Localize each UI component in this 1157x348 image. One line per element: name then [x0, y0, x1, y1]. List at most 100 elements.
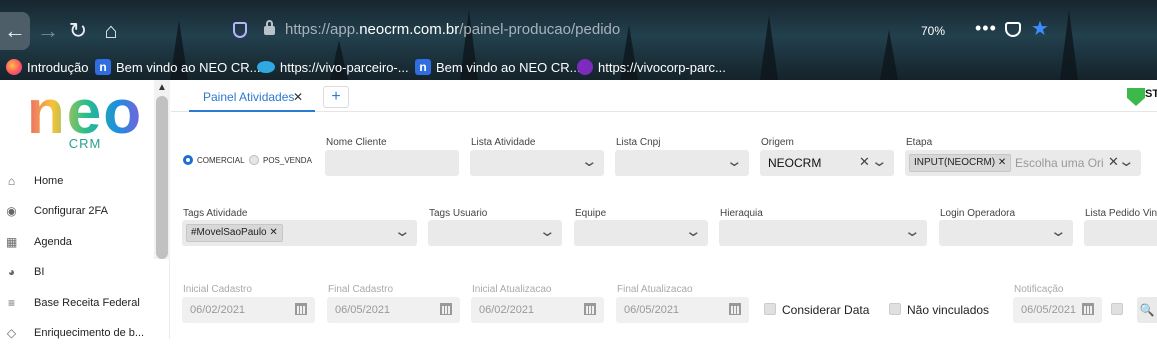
sidebar-item-bi[interactable]: ◕ BI — [0, 257, 155, 287]
login-operadora-select[interactable]: ⌄ — [939, 220, 1073, 246]
etapa-chip[interactable]: INPUT(NEOCRM) ✕ — [909, 154, 1012, 172]
nome-cliente-input[interactable] — [325, 150, 459, 176]
chevron-down-icon: ⌄ — [725, 153, 744, 170]
chevron-down-icon: ⌄ — [684, 223, 703, 240]
sidebar-scrollbar[interactable]: ▲ — [154, 80, 170, 259]
bookmark-item[interactable]: n Bem vindo ao NEO CR... — [95, 57, 261, 77]
lista-pedido-input[interactable] — [1084, 220, 1157, 246]
final-atualizacao-date[interactable]: 06/05/2021 — [616, 297, 749, 323]
scroll-up-icon[interactable]: ▲ — [157, 82, 167, 93]
tags-usuario-select[interactable]: ⌄ — [428, 220, 562, 246]
sidebar-item-enriquecimento[interactable]: ◇ Enriquecimento de b... — [0, 318, 155, 348]
bookmark-label: https://vivocorp-parc... — [598, 59, 726, 75]
more-actions-icon[interactable]: ••• — [975, 18, 997, 39]
lock-icon[interactable] — [264, 20, 275, 35]
calendar-icon — [295, 303, 307, 315]
tags-atividade-chip[interactable]: #MovelSaoPaulo ✕ — [186, 224, 283, 242]
cloud-icon — [257, 61, 275, 73]
inicial-cadastro-date[interactable]: 06/02/2021 — [182, 297, 315, 323]
bookmark-label: Introdução — [27, 59, 89, 75]
search-button[interactable]: 🔍 — [1137, 297, 1157, 323]
notificacao-date[interactable]: 06/05/2021 — [1013, 297, 1102, 323]
date-value: 06/05/2021 — [335, 304, 391, 316]
home-button-icon[interactable]: ⌂ — [96, 12, 126, 50]
lista-atividade-select[interactable]: ⌄ — [470, 150, 604, 176]
tags-atividade-select[interactable]: #MovelSaoPaulo ✕ ⌄ — [182, 220, 417, 246]
etapa-select[interactable]: INPUT(NEOCRM) ✕Escolha uma Origem✕⌄ — [905, 150, 1141, 176]
neo-icon: n — [415, 59, 431, 75]
brand-badge: ST — [1127, 86, 1157, 106]
radio-label: COMERCIAL — [197, 155, 245, 165]
tracking-protection-shield-icon[interactable] — [233, 22, 247, 38]
notificacao-label: Notificação — [1014, 284, 1064, 295]
sidebar-item-home[interactable]: ⌂ Home — [0, 166, 155, 196]
bookmark-label: Bem vindo ao NEO CR... — [436, 59, 581, 75]
reload-icon[interactable]: ↻ — [63, 12, 93, 50]
equipe-select[interactable]: ⌄ — [574, 220, 708, 246]
sidebar-item-label: Home — [34, 175, 64, 187]
inicial-atualizacao-label: Inicial Atualizacao — [472, 284, 552, 295]
back-arrow-icon[interactable]: ← — [0, 12, 30, 50]
nao-vinculados-label: Não vinculados — [907, 303, 990, 317]
radio-comercial[interactable]: COMERCIAL — [183, 155, 245, 165]
zoom-level[interactable]: 70% — [921, 24, 945, 38]
login-operadora-label: Login Operadora — [940, 208, 1016, 219]
lista-cnpj-label: Lista Cnpj — [616, 137, 661, 148]
chip-label: INPUT(NEOCRM) — [914, 157, 996, 168]
calendar-icon — [1082, 303, 1094, 315]
origem-select[interactable]: NEOCRM ✕ ⌄ — [760, 150, 894, 176]
chevron-down-icon: ⌄ — [393, 223, 412, 240]
date-value: 06/05/2021 — [1021, 304, 1077, 316]
radio-label: POS_VENDA — [263, 155, 312, 165]
scrollbar-thumb[interactable] — [156, 96, 168, 259]
neo-crm-logo[interactable]: neo CRM — [20, 82, 150, 152]
forward-arrow-icon[interactable]: → — [33, 12, 63, 50]
pocket-icon[interactable] — [1005, 22, 1021, 37]
bookmark-item[interactable]: Introdução — [6, 57, 88, 77]
considerar-data-checkbox[interactable] — [764, 303, 776, 315]
close-tab-icon[interactable]: ✕ — [293, 80, 303, 114]
radio-pos-venda[interactable]: POS_VENDA — [249, 155, 312, 165]
sidebar-item-label: Enriquecimento de b... — [34, 327, 145, 339]
firefox-icon — [6, 59, 22, 75]
inicial-atualizacao-date[interactable]: 06/02/2021 — [471, 297, 604, 323]
considerar-data-label: Considerar Data — [782, 303, 870, 317]
bookmark-label: Bem vindo ao NEO CR... — [116, 59, 261, 75]
sidebar-item-agenda[interactable]: ▦ Agenda — [0, 227, 155, 257]
notificacao-checkbox[interactable] — [1111, 303, 1123, 315]
diamond-icon: ◇ — [6, 325, 17, 340]
sidebar-item-label: Base Receita Federal — [34, 297, 140, 309]
sidebar-item-configurar-2fa[interactable]: ◉ Configurar 2FA — [0, 196, 155, 226]
chevron-down-icon: ⌄ — [870, 153, 889, 170]
nao-vinculados-checkbox[interactable] — [889, 303, 901, 315]
final-cadastro-date[interactable]: 06/05/2021 — [327, 297, 460, 323]
calendar-icon — [584, 303, 596, 315]
bookmark-item[interactable]: https://vivo-parceiro-... — [257, 57, 409, 77]
sidebar-item-label: Agenda — [34, 236, 72, 248]
tab-painel-atividades[interactable]: Painel Atividades ✕ — [189, 80, 315, 112]
target-icon: ◉ — [6, 203, 17, 218]
date-value: 06/02/2021 — [479, 304, 535, 316]
hierarquia-select[interactable]: ⌄ — [719, 220, 927, 246]
pie-chart-icon: ◕ — [7, 264, 16, 279]
chevron-down-icon: ⌄ — [1117, 153, 1136, 170]
url-path: /painel-producao/pedido — [459, 21, 621, 38]
lista-cnpj-select[interactable]: ⌄ — [615, 150, 749, 176]
bookmark-star-icon[interactable]: ★ — [1031, 16, 1049, 41]
neo-icon: n — [95, 59, 111, 75]
hierarquia-label: Hieraquia — [720, 208, 763, 219]
bookmark-label: https://vivo-parceiro-... — [280, 59, 409, 75]
sidebar-item-base-receita-federal[interactable]: ≡ Base Receita Federal — [0, 288, 155, 318]
bookmark-item[interactable]: https://vivocorp-parc... — [577, 57, 726, 77]
bookmark-item[interactable]: n Bem vindo ao NEO CR... — [415, 57, 581, 77]
address-bar[interactable]: https://app.neocrm.com.br/painel-produca… — [285, 21, 620, 38]
bookmarks-bar: Introdução n Bem vindo ao NEO CR... https… — [0, 53, 1157, 80]
browser-chrome: ← → ↻ ⌂ https://app.neocrm.com.br/painel… — [0, 0, 1157, 80]
final-cadastro-label: Final Cadastro — [328, 284, 394, 295]
brand-badge-text: ST — [1145, 88, 1157, 100]
lista-pedido-label: Lista Pedido Vinc — [1085, 208, 1157, 219]
add-tab-button[interactable]: + — [323, 86, 349, 108]
vivo-icon — [577, 59, 593, 75]
clear-icon[interactable]: ✕ — [859, 154, 870, 170]
sidebar-item-label: BI — [34, 266, 45, 278]
